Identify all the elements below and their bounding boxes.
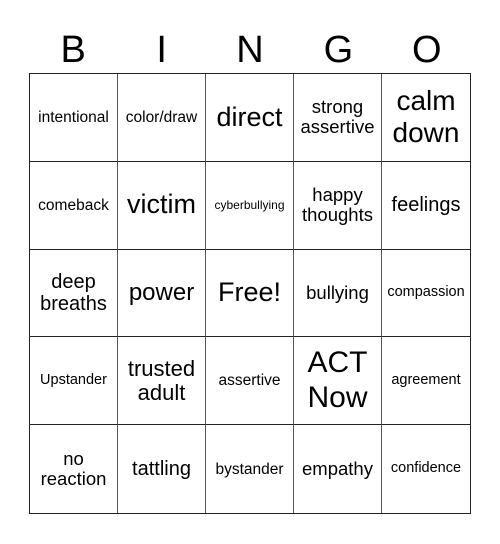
bingo-cell[interactable]: happy thoughts	[294, 161, 382, 250]
bingo-grid: intentional color/draw direct strong ass…	[29, 73, 471, 514]
bingo-cell[interactable]: strong assertive	[294, 74, 382, 162]
bingo-cell[interactable]: trusted adult	[118, 337, 206, 426]
bingo-cell[interactable]: comeback	[30, 161, 118, 250]
bingo-cell[interactable]: power	[118, 249, 206, 338]
bingo-cell[interactable]: bystander	[206, 425, 294, 513]
bingo-cell[interactable]: tattling	[118, 425, 206, 513]
header-letter-g: G	[323, 29, 354, 71]
bingo-cell[interactable]: calm down	[382, 74, 470, 162]
bingo-cell[interactable]: deep breaths	[30, 249, 118, 338]
bingo-cell[interactable]: intentional	[30, 74, 118, 162]
bingo-cell[interactable]: direct	[206, 74, 294, 162]
bingo-cell[interactable]: victim	[118, 161, 206, 250]
header-letter-i: I	[156, 29, 167, 71]
bingo-cell[interactable]: color/draw	[118, 74, 206, 162]
free-space[interactable]: Free!	[206, 249, 294, 338]
header-letter-o: O	[412, 29, 442, 71]
bingo-cell[interactable]: cyberbullying	[206, 161, 294, 250]
header-letter-n: N	[236, 29, 264, 71]
bingo-cell[interactable]: compassion	[382, 250, 470, 338]
bingo-cell[interactable]: feelings	[382, 162, 470, 250]
bingo-cell[interactable]: empathy	[294, 425, 382, 513]
bingo-cell[interactable]: Upstander	[30, 337, 118, 426]
bingo-cell[interactable]: ACT Now	[294, 337, 382, 426]
bingo-header: B I N G O	[29, 30, 471, 70]
bingo-cell[interactable]: agreement	[382, 337, 470, 426]
bingo-cell[interactable]: no reaction	[30, 425, 118, 513]
bingo-cell[interactable]: confidence	[382, 425, 470, 513]
bingo-cell[interactable]: bullying	[294, 249, 382, 338]
bingo-cell[interactable]: assertive	[206, 337, 294, 426]
header-letter-b: B	[60, 29, 86, 71]
